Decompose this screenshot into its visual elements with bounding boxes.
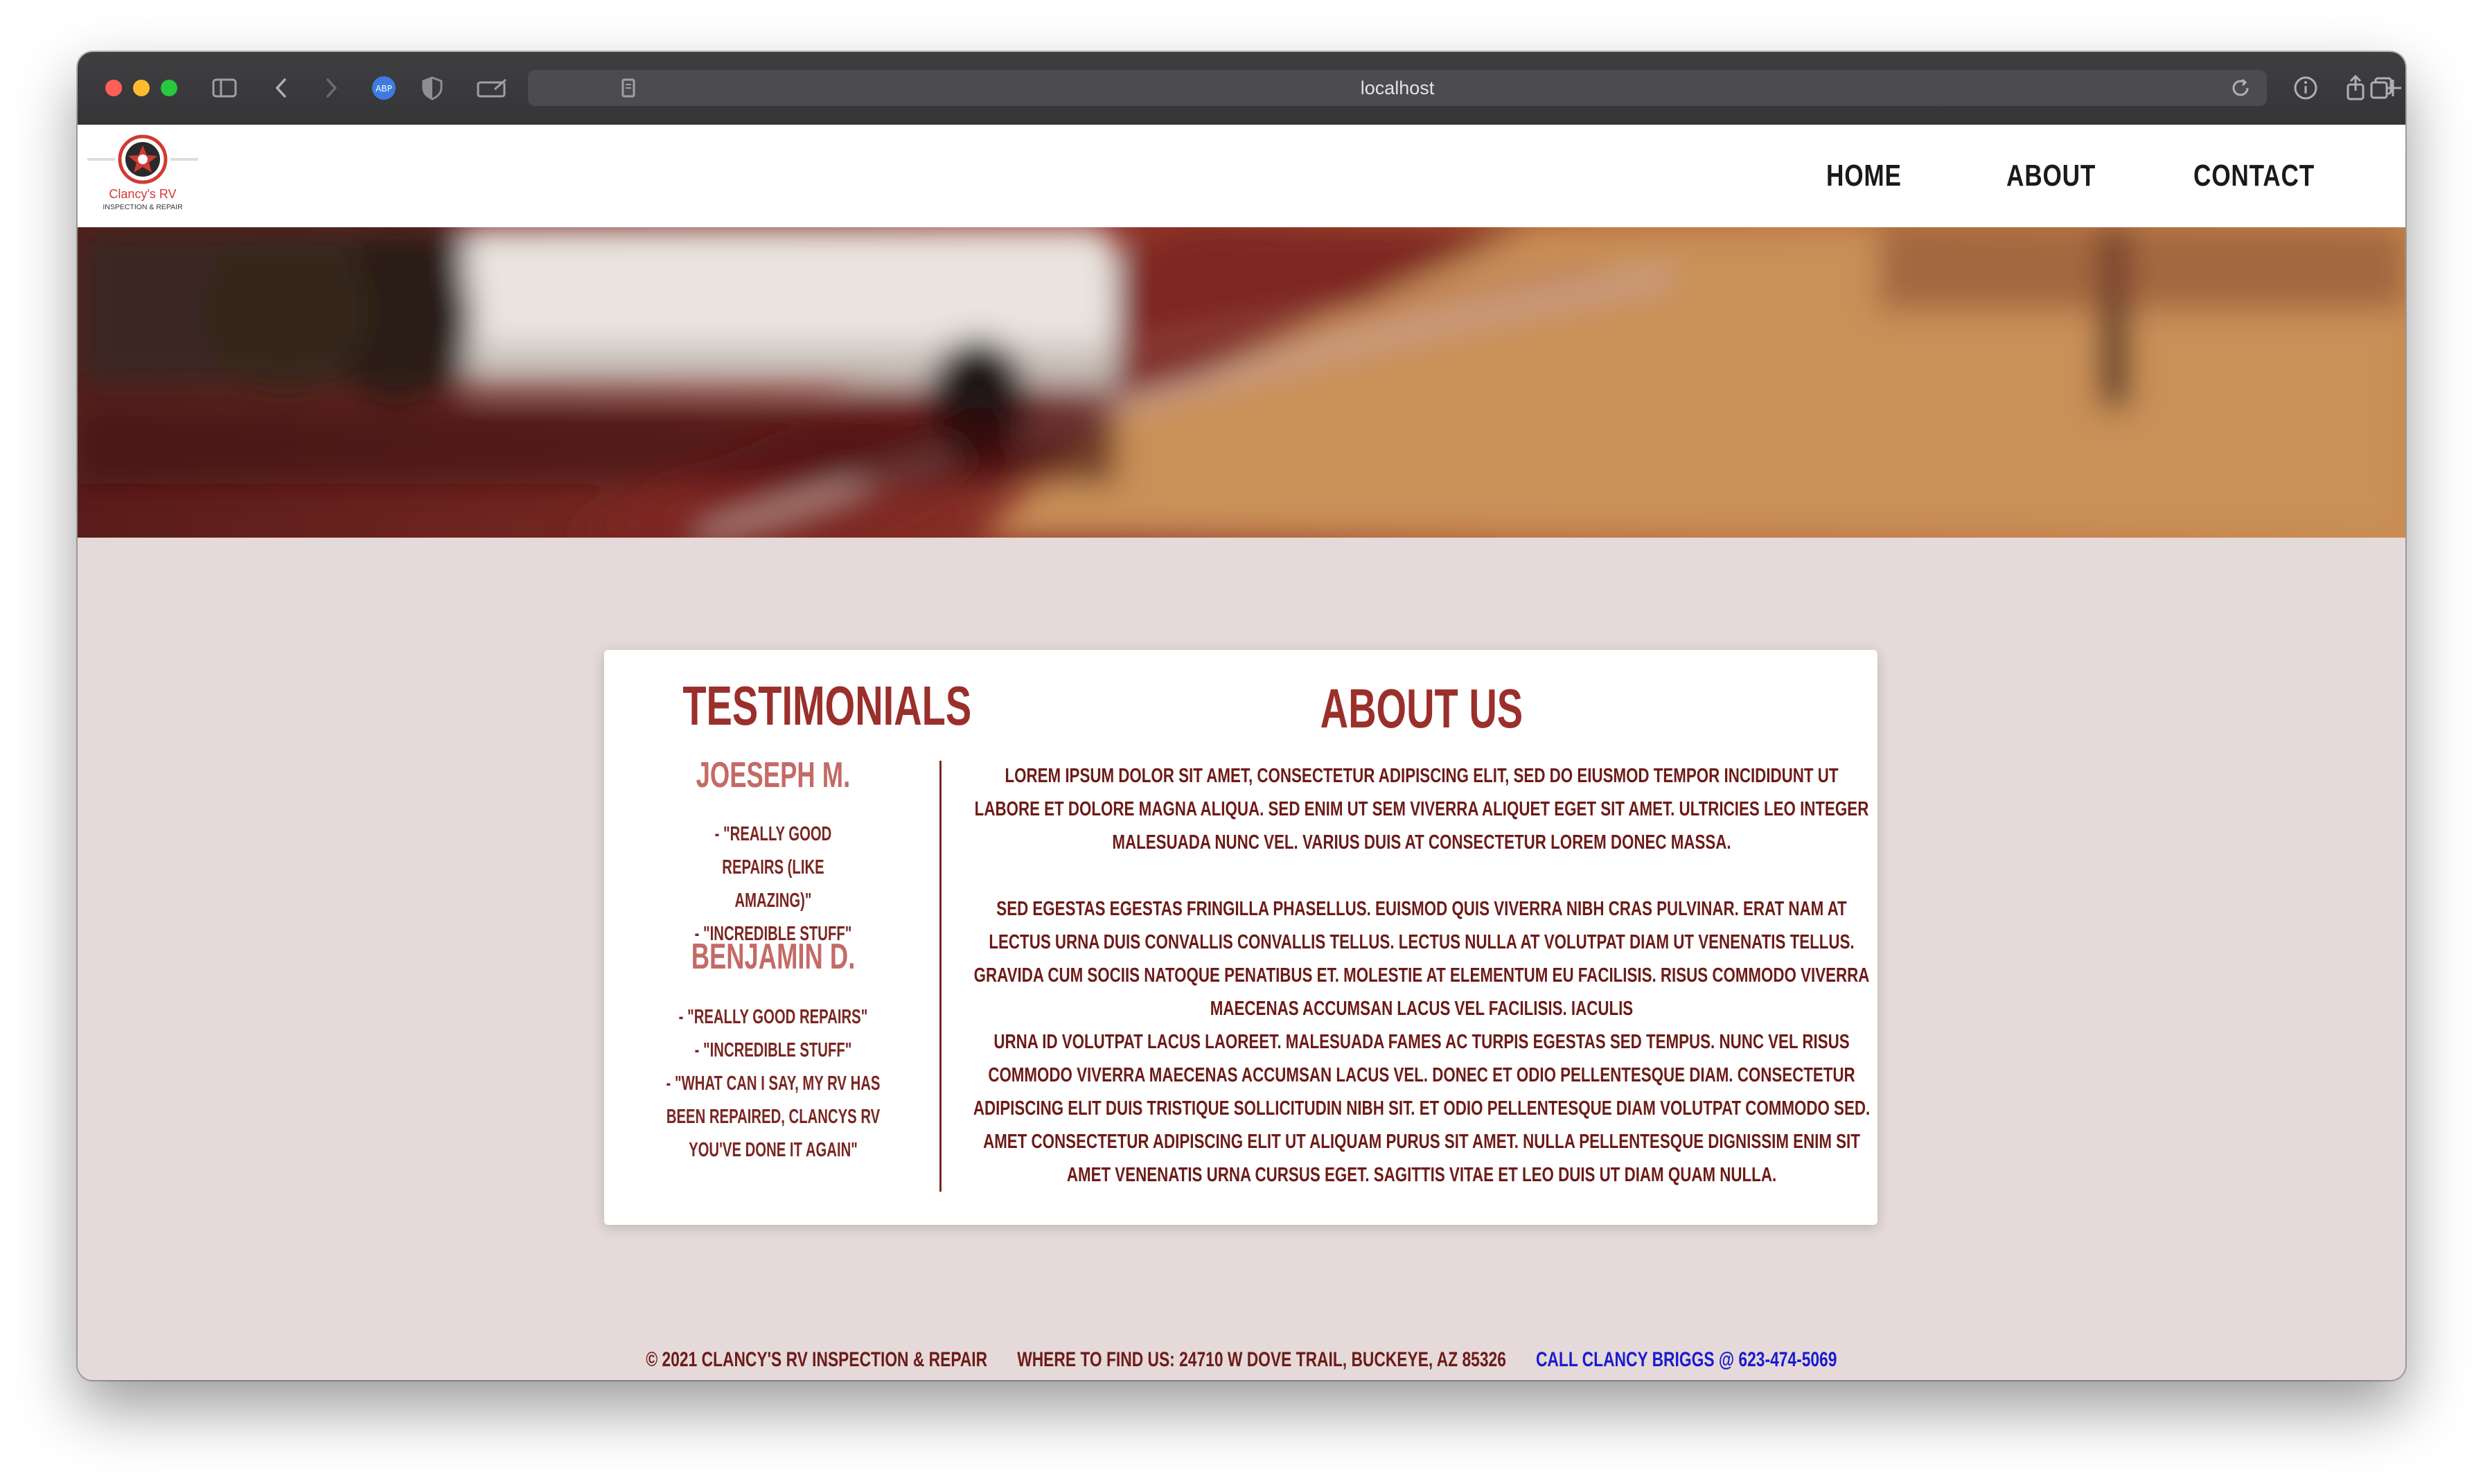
browser-window: ABP localhost Clancy's RV INSPECTION & R…	[78, 52, 2405, 1380]
svg-text:ABP: ABP	[375, 84, 392, 94]
reload-icon[interactable]	[2227, 74, 2254, 102]
back-icon[interactable]	[268, 74, 296, 102]
browser-toolbar: ABP localhost	[78, 52, 2405, 126]
testimonial-quote: - "WHAT CAN I SAY, MY RV HAS BEEN REPAIR…	[666, 1072, 881, 1161]
about-paragraph-3-wrap: URNA ID VOLUTPAT LACUS LAOREET. MALESUAD…	[971, 1025, 1872, 1192]
about-heading: ABOUT US	[1320, 678, 1523, 739]
footer-copyright: © 2021 CLANCY'S RV INSPECTION & REPAIR	[646, 1348, 988, 1371]
forward-icon[interactable]	[317, 74, 344, 102]
logo-subtitle: INSPECTION & REPAIR	[103, 203, 183, 211]
adblock-extension-icon[interactable]: ABP	[370, 74, 398, 102]
testimonials-heading: TESTIMONIALS	[682, 675, 972, 736]
testimonial-quote: - "REALLY GOOD REPAIRS"	[678, 1006, 868, 1028]
logo-title: Clancy's RV	[109, 187, 176, 201]
testimonial-name: JOESEPH M.	[696, 755, 851, 795]
testimonial-quotes-1: - "REALLY GOOD REPAIRS (LIKE AMAZING)" -…	[621, 818, 926, 951]
privacy-shield-icon[interactable]	[418, 74, 446, 102]
testimonial-name: BENJAMIN D.	[691, 937, 856, 977]
site-footer: © 2021 CLANCY'S RV INSPECTION & REPAIR W…	[78, 1345, 2405, 1375]
close-window-button[interactable]	[105, 80, 122, 96]
footer-call-link[interactable]: CALL CLANCY BRIGGS @ 623-474-5069	[1536, 1348, 1837, 1371]
tab-overview-icon[interactable]	[2367, 74, 2395, 102]
about-paragraph: LOREM IPSUM DOLOR SIT AMET, CONSECTETUR …	[974, 765, 1869, 854]
site-navbar: Clancy's RV INSPECTION & REPAIR HOME ABO…	[78, 125, 2405, 227]
site-logo[interactable]: Clancy's RV INSPECTION & REPAIR	[87, 133, 198, 219]
info-icon[interactable]	[2292, 74, 2319, 102]
testimonial-person-1: JOESEPH M.	[621, 754, 926, 797]
sidebar-icon[interactable]	[211, 74, 238, 102]
webpage: Clancy's RV INSPECTION & REPAIR HOME ABO…	[78, 125, 2405, 1380]
nav-contact-link[interactable]: CONTACT	[2193, 155, 2315, 197]
nav-about-link[interactable]: ABOUT	[2006, 155, 2096, 197]
testimonials-section: TESTIMONIALS	[621, 675, 971, 737]
testimonial-quotes-2: - "REALLY GOOD REPAIRS" - "INCREDIBLE ST…	[621, 1000, 926, 1167]
testimonial-quote: - "INCREDIBLE STUFF"	[694, 1039, 852, 1061]
content-card: TESTIMONIALS JOESEPH M. - "REALLY GOOD R…	[604, 650, 1877, 1225]
about-paragraph: URNA ID VOLUTPAT LACUS LAOREET. MALESUAD…	[973, 1031, 1871, 1186]
address-bar[interactable]: localhost	[528, 70, 2267, 106]
column-divider	[939, 761, 942, 1192]
screenshot-extension-icon[interactable]	[475, 74, 509, 102]
about-paragraph-2-wrap: SED EGESTAS EGESTAS FRINGILLA PHASELLUS.…	[971, 892, 1872, 1025]
rv-wheel-logo-icon: Clancy's RV INSPECTION & REPAIR	[87, 134, 198, 211]
about-paragraph: SED EGESTAS EGESTAS FRINGILLA PHASELLUS.…	[973, 898, 1870, 1020]
testimonial-person-2: BENJAMIN D.	[621, 935, 926, 978]
minimize-window-button[interactable]	[133, 80, 150, 96]
about-section: ABOUT US	[971, 678, 1872, 740]
maximize-window-button[interactable]	[161, 80, 177, 96]
nav-home-link[interactable]: HOME	[1826, 155, 1902, 197]
share-icon[interactable]	[2342, 74, 2369, 102]
footer-address: WHERE TO FIND US: 24710 W DOVE TRAIL, BU…	[1017, 1348, 1506, 1371]
hero-banner-image	[78, 227, 2405, 538]
url-text: localhost	[1360, 78, 1435, 98]
about-paragraph-1-wrap: LOREM IPSUM DOLOR SIT AMET, CONSECTETUR …	[971, 759, 1872, 859]
testimonial-quote: - "REALLY GOOD REPAIRS (LIKE AMAZING)"	[714, 823, 832, 912]
